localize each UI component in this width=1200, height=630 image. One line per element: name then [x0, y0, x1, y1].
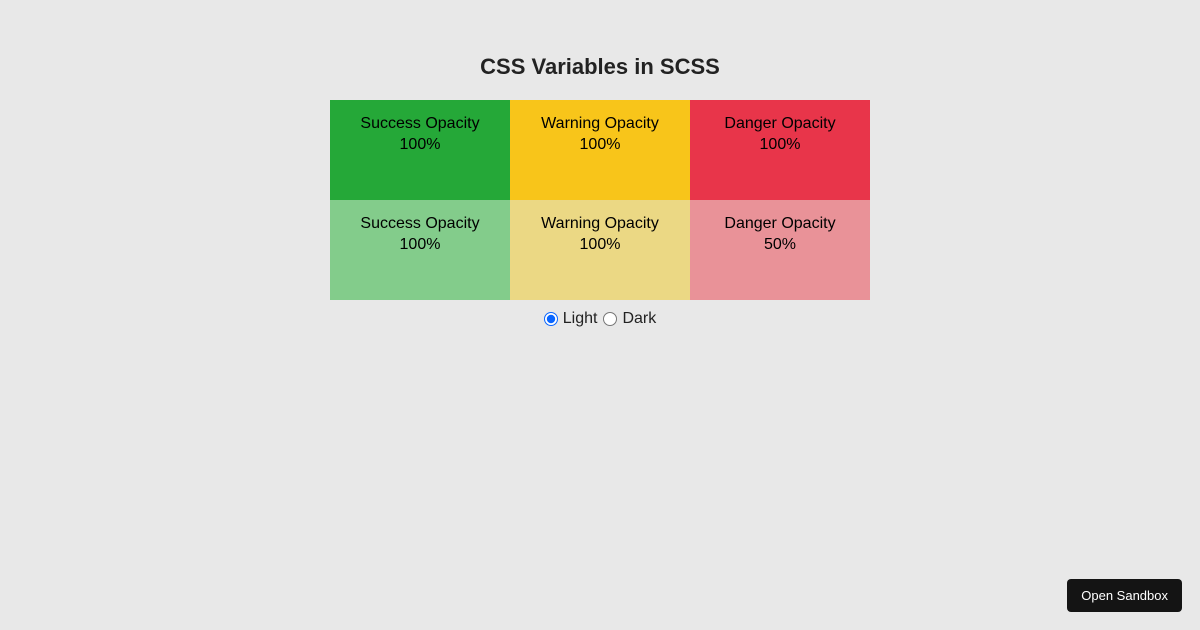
swatch-value: 100%: [580, 135, 621, 156]
theme-toggle: Light Dark: [544, 310, 656, 328]
swatch-value: 100%: [580, 235, 621, 256]
theme-radio-dark[interactable]: [603, 312, 617, 326]
theme-radio-dark-label[interactable]: Dark: [603, 310, 656, 328]
page-title: CSS Variables in SCSS: [480, 54, 720, 80]
swatch-danger: Danger Opacity 100%: [690, 100, 870, 200]
swatch-label: Success Opacity: [360, 214, 479, 235]
theme-radio-light[interactable]: [544, 312, 558, 326]
swatch-label: Warning Opacity: [541, 214, 659, 235]
swatch-value: 50%: [764, 235, 796, 256]
color-grid: Success Opacity 100% Warning Opacity 100…: [330, 100, 870, 300]
theme-radio-light-label[interactable]: Light: [544, 310, 598, 328]
swatch-label: Success Opacity: [360, 114, 479, 135]
swatch-value: 100%: [400, 135, 441, 156]
theme-radio-dark-text: Dark: [622, 310, 656, 328]
theme-radio-light-text: Light: [563, 310, 598, 328]
swatch-label: Warning Opacity: [541, 114, 659, 135]
swatch-label: Danger Opacity: [724, 114, 835, 135]
open-sandbox-button[interactable]: Open Sandbox: [1067, 579, 1182, 612]
swatch-value: 100%: [400, 235, 441, 256]
swatch-label: Danger Opacity: [724, 214, 835, 235]
swatch-warning: Warning Opacity 100%: [510, 100, 690, 200]
swatch-danger-muted: Danger Opacity 50%: [690, 200, 870, 300]
swatch-warning-muted: Warning Opacity 100%: [510, 200, 690, 300]
swatch-success-muted: Success Opacity 100%: [330, 200, 510, 300]
swatch-success: Success Opacity 100%: [330, 100, 510, 200]
swatch-value: 100%: [760, 135, 801, 156]
